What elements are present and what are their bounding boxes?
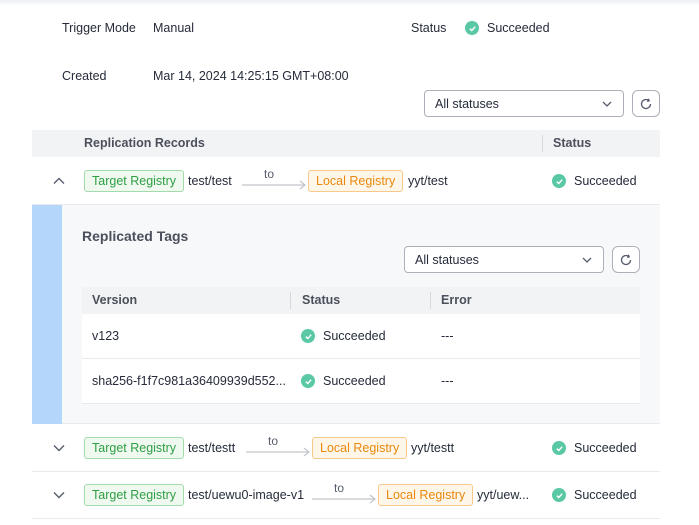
trigger-mode-label: Trigger Mode	[62, 21, 136, 35]
arrow-right-icon	[242, 180, 306, 190]
tag-status: Succeeded	[301, 374, 386, 388]
column-divider	[290, 292, 291, 309]
record-status-text: Succeeded	[574, 174, 637, 188]
tag-version: v123	[92, 329, 120, 343]
to-arrow: to	[246, 434, 312, 457]
tag-status-text: Succeeded	[323, 329, 386, 343]
dest-registry-tag: Local Registry	[312, 437, 408, 459]
chevron-down-icon	[602, 101, 612, 107]
tags-status-filter-value: All statuses	[415, 252, 479, 267]
created-label: Created	[62, 69, 107, 83]
tags-table-header: Version Status Error	[82, 287, 640, 314]
refresh-icon	[620, 253, 632, 265]
source-repo: test/uewu0-image-v1	[188, 488, 305, 502]
record-status: Succeeded	[552, 174, 637, 188]
to-label: to	[268, 434, 279, 448]
chevron-down-icon[interactable]	[52, 441, 66, 455]
success-check-icon	[301, 374, 315, 388]
to-arrow: to	[312, 481, 378, 504]
records-table-header: Replication Records Status	[32, 130, 660, 157]
created-value: Mar 14, 2024 14:25:15 GMT+08:00	[153, 69, 349, 83]
dest-repo: yyt/test	[408, 174, 448, 188]
tag-row: v123 Succeeded ---	[82, 314, 640, 359]
tags-refresh-button[interactable]	[612, 246, 640, 273]
record-status: Succeeded	[552, 488, 637, 502]
col-status: Status	[553, 136, 592, 150]
chevron-down-icon[interactable]	[52, 488, 66, 502]
refresh-icon	[640, 97, 652, 109]
record-status-text: Succeeded	[574, 441, 637, 455]
col-tag-status: Status	[302, 293, 341, 307]
success-check-icon	[552, 174, 566, 188]
column-divider	[542, 135, 543, 152]
success-check-icon	[552, 441, 566, 455]
source-repo: test/test	[188, 174, 232, 188]
tag-version: sha256-f1f7c981a36409939d552...	[92, 374, 286, 388]
arrow-right-icon	[246, 447, 310, 457]
dest-repo: yyt/testt	[411, 441, 455, 455]
records-status-filter-value: All statuses	[435, 96, 499, 111]
expand-indicator-bar	[32, 205, 62, 424]
source-registry-tag: Target Registry	[84, 484, 185, 506]
col-replication-records: Replication Records	[84, 136, 205, 150]
success-check-icon	[465, 21, 479, 35]
record-status-text: Succeeded	[574, 488, 637, 502]
record-row: Target Registry test/test to Local Regis…	[32, 158, 660, 205]
to-label: to	[264, 167, 275, 181]
source-registry-tag: Target Registry	[84, 437, 185, 459]
to-arrow: to	[242, 167, 308, 190]
records-status-filter[interactable]: All statuses	[424, 90, 624, 117]
to-label: to	[334, 481, 345, 495]
success-check-icon	[301, 329, 315, 343]
replicated-tags-title: Replicated Tags	[82, 228, 189, 244]
tag-error: ---	[441, 374, 454, 388]
chevron-down-icon	[582, 257, 592, 263]
arrow-right-icon	[312, 494, 376, 504]
column-divider	[430, 292, 431, 309]
record-row: Target Registry test/testt to Local Regi…	[32, 425, 660, 472]
success-check-icon	[552, 488, 566, 502]
overall-status: Succeeded	[465, 21, 550, 35]
overall-status-text: Succeeded	[487, 21, 550, 35]
tag-status-text: Succeeded	[323, 374, 386, 388]
dest-registry-tag: Local Registry	[378, 484, 474, 506]
record-status: Succeeded	[552, 441, 637, 455]
tag-row: sha256-f1f7c981a36409939d552... Succeede…	[82, 359, 640, 404]
dest-registry-tag: Local Registry	[308, 170, 404, 192]
col-error: Error	[441, 293, 472, 307]
chevron-up-icon[interactable]	[52, 174, 66, 188]
source-repo: test/testt	[188, 441, 236, 455]
dest-repo: yyt/uew...	[477, 488, 530, 502]
status-label: Status	[411, 21, 447, 35]
record-row: Target Registry test/uewu0-image-v1 to L…	[32, 472, 660, 519]
tags-status-filter[interactable]: All statuses	[404, 246, 604, 273]
source-registry-tag: Target Registry	[84, 170, 185, 192]
records-refresh-button[interactable]	[632, 90, 660, 117]
top-shadow	[0, 0, 699, 6]
trigger-mode-value: Manual	[153, 21, 194, 35]
tag-status: Succeeded	[301, 329, 386, 343]
tag-error: ---	[441, 329, 454, 343]
col-version: Version	[92, 293, 138, 307]
